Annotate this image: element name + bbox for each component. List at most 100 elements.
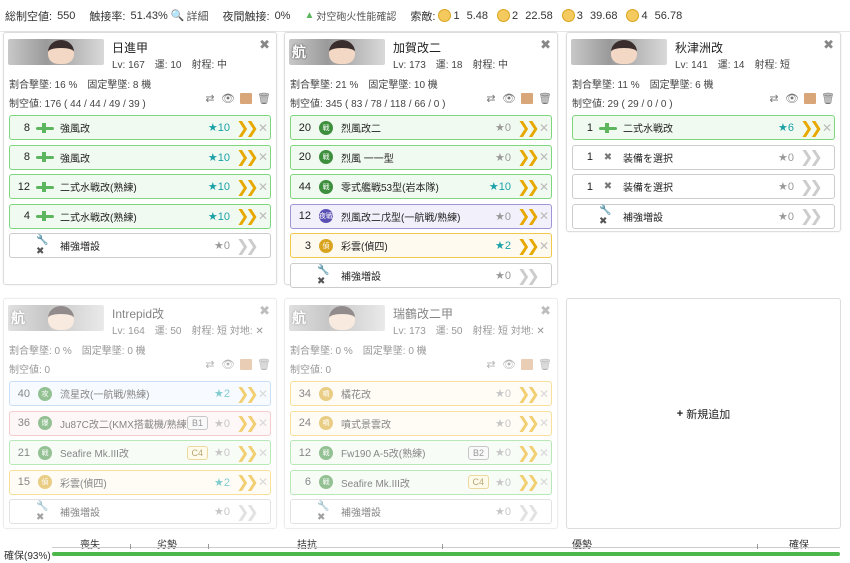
equipment-name[interactable]: 二式水戦改(熟練)	[60, 179, 208, 194]
improvement-level[interactable]: ★0	[778, 180, 794, 193]
slot-count[interactable]: 1	[573, 151, 599, 163]
improvement-level[interactable]: ★0	[778, 151, 794, 164]
slot-count[interactable]: 12	[10, 181, 36, 193]
equipment-name[interactable]: 橘花改	[341, 386, 495, 401]
slot-count[interactable]: 21	[10, 447, 36, 459]
eye-icon[interactable]: 👁	[221, 93, 235, 105]
equipment-slot[interactable]: 1 ✖ 装備を選択 ★0 ❯❯	[572, 144, 835, 170]
close-icon[interactable]: ✕	[820, 121, 834, 135]
trash-icon[interactable]: 🗑	[257, 359, 271, 371]
close-icon[interactable]: ✕	[256, 209, 270, 223]
slot-count[interactable]: 12	[291, 447, 317, 459]
slot-count[interactable]: 24	[291, 417, 317, 429]
slot-count[interactable]: 34	[291, 388, 317, 400]
equipment-slot[interactable]: 12 戦 Fw190 A-5改(熟練) B2 ★0 ❯❯ ✕	[290, 440, 552, 466]
slot-count[interactable]: 20	[291, 122, 317, 134]
close-icon[interactable]: ✕	[537, 180, 551, 194]
equipment-name[interactable]: 二式水戦改(熟練)	[60, 209, 208, 224]
equipment-name[interactable]: Ju87C改二(KMX搭載機/熟練)	[60, 416, 187, 431]
slot-count[interactable]: 20	[291, 151, 317, 163]
equipment-name[interactable]: 補強増設	[623, 209, 778, 224]
equipment-name[interactable]: 強風改	[60, 120, 208, 135]
equipment-slot[interactable]: 🔧✖ 補強増設 ★0 ❯❯	[9, 499, 271, 525]
improvement-level[interactable]: ★0	[778, 210, 794, 223]
trash-icon[interactable]: 🗑	[538, 359, 552, 371]
chevron-right-icon[interactable]: ❯❯	[236, 118, 259, 138]
equipment-slot[interactable]: 🔧✖ 補強増設 ★0 ❯❯	[572, 203, 835, 229]
chevron-right-icon[interactable]: ❯❯	[800, 206, 823, 226]
swap-icon[interactable]: ⇄	[204, 93, 216, 105]
slot-count[interactable]: 3	[291, 240, 317, 252]
chevron-right-icon[interactable]: ❯❯	[517, 443, 540, 463]
ship-banner[interactable]	[571, 39, 667, 65]
equipment-name[interactable]: 二式水戦改	[623, 120, 778, 135]
chevron-right-icon[interactable]: ❯❯	[236, 472, 259, 492]
eye-icon[interactable]: 👁	[502, 93, 516, 105]
improvement-level[interactable]: ★0	[214, 239, 230, 252]
improvement-level[interactable]: ★0	[495, 210, 511, 223]
save-box-icon[interactable]	[521, 359, 533, 370]
equipment-name[interactable]: Seafire Mk.III改	[60, 445, 187, 460]
aa-check-link[interactable]: ▲ 対空砲火性能確認	[304, 8, 396, 23]
equipment-name[interactable]: 補強増設	[341, 504, 495, 519]
equipment-slot[interactable]: 1 ✖ 装備を選択 ★0 ❯❯	[572, 174, 835, 200]
equipment-slot[interactable]: 34 噴 橘花改 ★0 ❯❯ ✕	[290, 381, 552, 406]
save-box-icon[interactable]	[240, 93, 252, 104]
close-icon[interactable]: ✕	[537, 239, 551, 253]
close-icon[interactable]: ✕	[256, 180, 270, 194]
equipment-slot[interactable]: 36 爆 Ju87C改二(KMX搭載機/熟練) B1 ★0 ❯❯ ✕	[9, 410, 271, 436]
equipment-name[interactable]: 補強増設	[60, 504, 214, 519]
eye-icon[interactable]: 👁	[221, 359, 235, 371]
close-icon[interactable]: ✕	[537, 387, 551, 401]
improvement-level[interactable]: ★10	[208, 121, 230, 134]
save-box-icon[interactable]	[804, 93, 816, 104]
chevron-right-icon[interactable]: ❯❯	[517, 502, 540, 522]
remove-ship-button[interactable]: ✖	[823, 37, 834, 53]
improvement-level[interactable]: ★0	[214, 505, 230, 518]
chevron-right-icon[interactable]: ❯❯	[517, 118, 540, 138]
chevron-right-icon[interactable]: ❯❯	[236, 236, 259, 256]
slot-count[interactable]: 4	[10, 210, 36, 222]
equipment-slot[interactable]: 4 二式水戦改(熟練) ★10 ❯❯ ✕	[9, 203, 271, 229]
equipment-name[interactable]: 烈風改二戊型(一航戦/熟練)	[341, 209, 495, 224]
equipment-slot[interactable]: 6 戦 Seafire Mk.III改 C4 ★0 ❯❯ ✕	[290, 469, 552, 495]
slot-count[interactable]: 15	[10, 476, 36, 488]
equipment-slot[interactable]: 20 戦 烈風改二 ★0 ❯❯ ✕	[290, 115, 552, 140]
chevron-right-icon[interactable]: ❯❯	[517, 147, 540, 167]
equipment-name[interactable]: 装備を選択	[623, 179, 778, 194]
slot-count[interactable]: 1	[573, 122, 599, 134]
chevron-right-icon[interactable]: ❯❯	[517, 206, 540, 226]
equipment-name[interactable]: 烈風改二	[341, 120, 495, 135]
equipment-name[interactable]: 零式艦戦53型(岩本隊)	[341, 179, 489, 194]
slot-count[interactable]: 8	[10, 122, 36, 134]
equipment-slot[interactable]: 🔧✖ 補強増設 ★0 ❯❯	[9, 233, 271, 259]
save-box-icon[interactable]	[521, 93, 533, 104]
close-icon[interactable]: ✕	[537, 209, 551, 223]
close-icon[interactable]: ✕	[256, 475, 270, 489]
improvement-level[interactable]: ★0	[495, 387, 511, 400]
close-icon[interactable]: ✕	[537, 475, 551, 489]
slot-count[interactable]: 12	[291, 210, 317, 222]
improvement-level[interactable]: ★2	[214, 387, 230, 400]
improvement-level[interactable]: ★10	[208, 151, 230, 164]
trash-icon[interactable]: 🗑	[538, 93, 552, 105]
improvement-level[interactable]: ★2	[214, 476, 230, 489]
close-icon[interactable]: ✕	[256, 446, 270, 460]
equipment-name[interactable]: 補強増設	[341, 268, 495, 283]
remove-ship-button[interactable]: ✖	[540, 37, 551, 53]
close-icon[interactable]: ✕	[537, 416, 551, 430]
equipment-name[interactable]: 烈風 一一型	[341, 150, 495, 165]
ship-banner[interactable]: 航	[289, 305, 385, 331]
close-icon[interactable]: ✕	[256, 416, 270, 430]
equipment-slot[interactable]: 12 二式水戦改(熟練) ★10 ❯❯ ✕	[9, 174, 271, 200]
chevron-right-icon[interactable]: ❯❯	[517, 413, 540, 433]
close-icon[interactable]: ✕	[537, 121, 551, 135]
equipment-name[interactable]: Fw190 A-5改(熟練)	[341, 445, 468, 460]
swap-icon[interactable]: ⇄	[485, 93, 497, 105]
swap-icon[interactable]: ⇄	[485, 359, 497, 371]
ship-name[interactable]: 瑞鶴改二甲	[393, 305, 453, 322]
equipment-slot[interactable]: 15 偵 彩雲(偵四) ★2 ❯❯ ✕	[9, 469, 271, 495]
equipment-name[interactable]: 強風改	[60, 150, 208, 165]
slot-count[interactable]: 1	[573, 181, 599, 193]
slot-count[interactable]: 6	[291, 476, 317, 488]
